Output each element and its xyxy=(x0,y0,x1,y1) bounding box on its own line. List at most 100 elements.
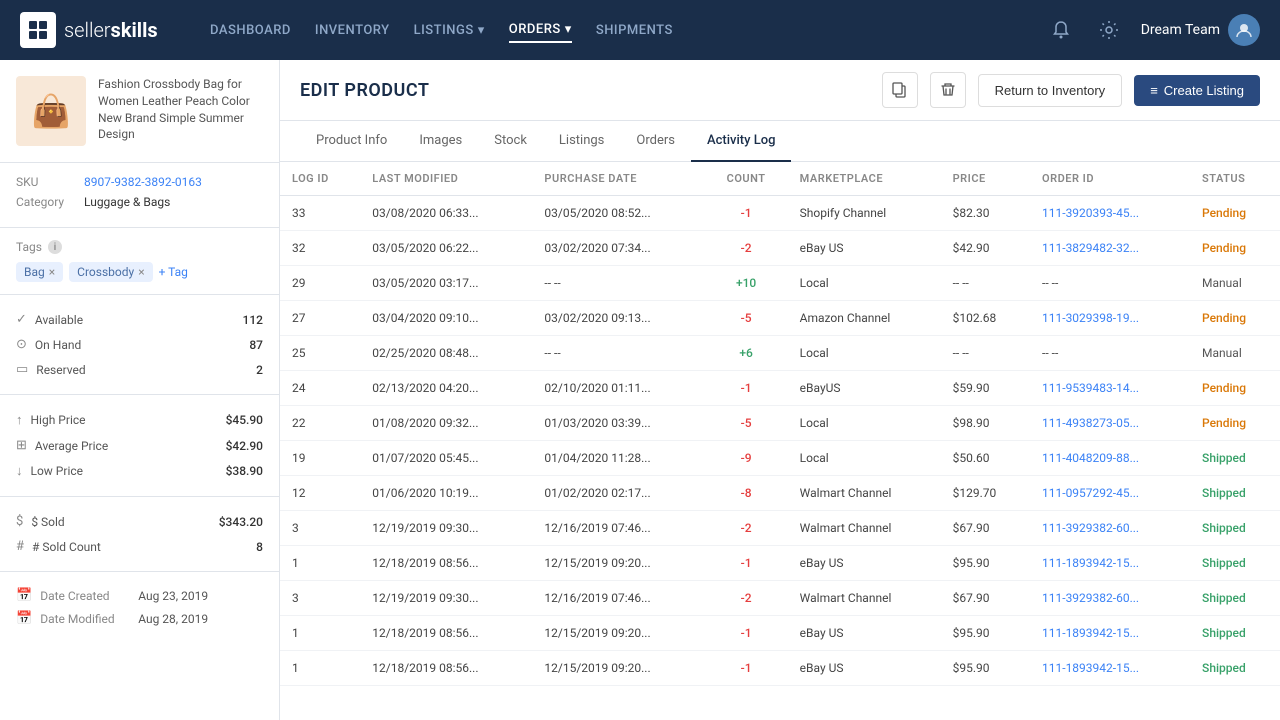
cell-log-id: 3 xyxy=(280,581,360,616)
cell-order-id[interactable]: 111-3929382-60... xyxy=(1030,581,1190,616)
cell-price: $95.90 xyxy=(941,546,1030,581)
cell-log-id: 3 xyxy=(280,511,360,546)
cell-status: Shipped xyxy=(1190,616,1280,651)
reserved-stat: ▭ Reserved 2 xyxy=(16,357,263,382)
cell-count: -1 xyxy=(705,651,788,686)
cell-order-id[interactable]: 111-1893942-15... xyxy=(1030,616,1190,651)
reserved-icon: ▭ xyxy=(16,362,28,377)
cell-count: -5 xyxy=(705,406,788,441)
cell-order-id[interactable]: 111-0957292-45... xyxy=(1030,476,1190,511)
nav-dashboard[interactable]: DASHBOARD xyxy=(210,19,291,42)
cell-last-modified: 03/05/2020 03:17... xyxy=(360,266,532,301)
activity-log-table-container: LOG ID LAST MODIFIED PURCHASE DATE COUNT… xyxy=(280,162,1280,720)
user-menu[interactable]: Dream Team xyxy=(1141,14,1260,46)
tag-bag-remove[interactable]: × xyxy=(49,265,55,279)
cell-last-modified: 12/18/2019 08:56... xyxy=(360,546,532,581)
cell-purchase-date: 01/04/2020 11:28... xyxy=(532,441,704,476)
cell-log-id: 19 xyxy=(280,441,360,476)
cell-order-id[interactable]: 111-3029398-19... xyxy=(1030,301,1190,336)
cell-last-modified: 03/08/2020 06:33... xyxy=(360,196,532,231)
category-value: Luggage & Bags xyxy=(84,195,170,209)
cell-marketplace: Walmart Channel xyxy=(788,476,941,511)
return-to-inventory-button[interactable]: Return to Inventory xyxy=(978,74,1123,107)
count-icon: # xyxy=(16,539,24,554)
category-row: Category Luggage & Bags xyxy=(16,195,263,209)
brand-seller: seller xyxy=(64,18,111,42)
col-log-id: LOG ID xyxy=(280,162,360,196)
nav-inventory[interactable]: INVENTORY xyxy=(315,19,390,42)
nav-shipments[interactable]: SHIPMENTS xyxy=(596,19,673,42)
nav-orders[interactable]: ORDERS ▾ xyxy=(509,18,572,43)
delete-button[interactable] xyxy=(930,72,966,108)
tab-orders[interactable]: Orders xyxy=(620,121,691,162)
cell-last-modified: 01/07/2020 05:45... xyxy=(360,441,532,476)
high-price-icon: ↑ xyxy=(16,412,23,428)
settings-icon[interactable] xyxy=(1093,14,1125,46)
nav-listings[interactable]: LISTINGS ▾ xyxy=(414,19,485,42)
cell-last-modified: 02/25/2020 08:48... xyxy=(360,336,532,371)
tag-crossbody: Crossbody × xyxy=(69,262,152,282)
cell-count: -1 xyxy=(705,371,788,406)
sidebar-inventory-stats: ✓ Available 112 ⊙ On Hand 87 ▭ Reserved … xyxy=(0,295,279,395)
cell-marketplace: eBay US xyxy=(788,231,941,266)
top-actions: Return to Inventory ≡ Create Listing xyxy=(882,72,1260,108)
cell-marketplace: Local xyxy=(788,406,941,441)
table-row: 12 01/06/2020 10:19... 01/02/2020 02:17.… xyxy=(280,476,1280,511)
cell-order-id[interactable]: 111-1893942-15... xyxy=(1030,546,1190,581)
cell-price: $50.60 xyxy=(941,441,1030,476)
notifications-icon[interactable] xyxy=(1045,14,1077,46)
cell-purchase-date: -- -- xyxy=(532,336,704,371)
create-listing-button[interactable]: ≡ Create Listing xyxy=(1134,75,1260,106)
cell-order-id[interactable]: 111-4048209-88... xyxy=(1030,441,1190,476)
tab-activity-log[interactable]: Activity Log xyxy=(691,121,792,162)
col-marketplace: MARKETPLACE xyxy=(788,162,941,196)
cell-marketplace: eBay US xyxy=(788,546,941,581)
product-name: Fashion Crossbody Bag for Women Leather … xyxy=(98,76,263,143)
cell-purchase-date: 12/15/2019 09:20... xyxy=(532,616,704,651)
cell-price: -- -- xyxy=(941,336,1030,371)
cell-purchase-date: 12/16/2019 07:46... xyxy=(532,511,704,546)
cell-marketplace: eBayUS xyxy=(788,371,941,406)
brand-logo[interactable]: sellerskills xyxy=(20,12,180,48)
on-hand-stat: ⊙ On Hand 87 xyxy=(16,332,263,357)
cell-marketplace: Shopify Channel xyxy=(788,196,941,231)
cell-marketplace: Walmart Channel xyxy=(788,581,941,616)
tag-crossbody-remove[interactable]: × xyxy=(138,265,144,279)
calendar-icon: 📅 xyxy=(16,588,32,603)
tab-product-info[interactable]: Product Info xyxy=(300,121,403,162)
category-label: Category xyxy=(16,195,76,209)
cell-order-id[interactable]: 111-3920393-45... xyxy=(1030,196,1190,231)
add-tag-button[interactable]: + Tag xyxy=(159,265,188,279)
cell-last-modified: 12/19/2019 09:30... xyxy=(360,581,532,616)
cell-order-id[interactable]: 111-1893942-15... xyxy=(1030,651,1190,686)
cell-price: $95.90 xyxy=(941,616,1030,651)
tab-stock[interactable]: Stock xyxy=(478,121,543,162)
cell-last-modified: 03/04/2020 09:10... xyxy=(360,301,532,336)
date-modified-value: Aug 28, 2019 xyxy=(138,612,208,626)
average-price-stat: ⊞ Average Price $42.90 xyxy=(16,433,263,458)
cell-count: -2 xyxy=(705,511,788,546)
cell-price: $98.90 xyxy=(941,406,1030,441)
cell-price: $67.90 xyxy=(941,511,1030,546)
cell-order-id[interactable]: 111-3929382-60... xyxy=(1030,511,1190,546)
cell-purchase-date: 02/10/2020 01:11... xyxy=(532,371,704,406)
cell-order-id: -- -- xyxy=(1030,266,1190,301)
sku-value[interactable]: 8907-9382-3892-0163 xyxy=(84,175,202,189)
cell-log-id: 1 xyxy=(280,616,360,651)
cell-status: Pending xyxy=(1190,301,1280,336)
cell-order-id[interactable]: 111-9539483-14... xyxy=(1030,371,1190,406)
sold-dollar-value: $343.20 xyxy=(219,515,263,529)
cell-log-id: 1 xyxy=(280,651,360,686)
tab-images[interactable]: Images xyxy=(403,121,478,162)
cell-count: -2 xyxy=(705,581,788,616)
cell-log-id: 1 xyxy=(280,546,360,581)
tags-label: Tags i xyxy=(16,240,263,254)
date-modified-row: 📅 Date Modified Aug 28, 2019 xyxy=(16,607,263,630)
cell-price: $67.90 xyxy=(941,581,1030,616)
cell-order-id[interactable]: 111-3829482-32... xyxy=(1030,231,1190,266)
cell-marketplace: Amazon Channel xyxy=(788,301,941,336)
cell-order-id[interactable]: 111-4938273-05... xyxy=(1030,406,1190,441)
duplicate-button[interactable] xyxy=(882,72,918,108)
tab-listings[interactable]: Listings xyxy=(543,121,620,162)
cell-price: $42.90 xyxy=(941,231,1030,266)
